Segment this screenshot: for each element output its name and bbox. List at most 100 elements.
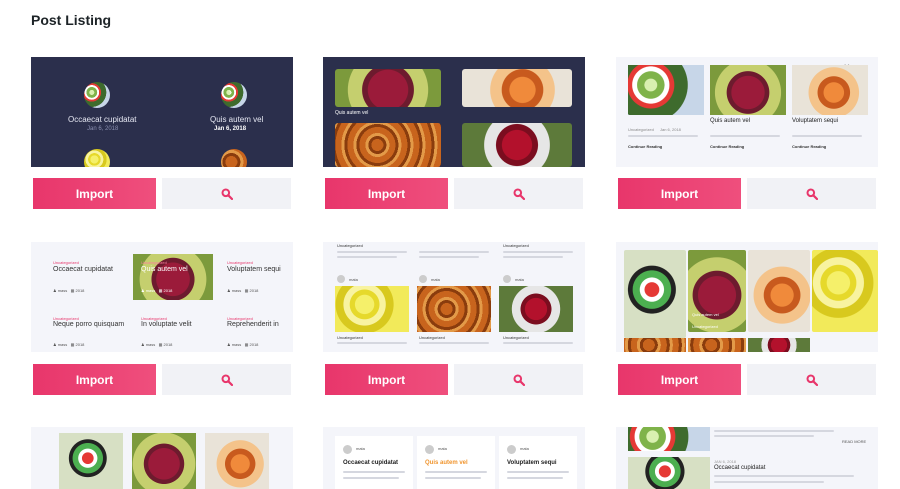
post-category: Uncategorized: [503, 335, 529, 340]
post-thumbnail: [710, 65, 786, 115]
post-category: Uncategorized: [337, 335, 363, 340]
excerpt-line: [507, 477, 563, 479]
template-card: [31, 427, 293, 489]
meta-author: mass: [57, 288, 68, 293]
author-name: mata: [438, 446, 447, 451]
template-card: ‹ › Quis autem vel Voluptatem sequi Unca…: [616, 57, 878, 210]
template-preview[interactable]: Quis autem vel Uncategorized: [616, 242, 878, 352]
search-icon: [221, 188, 233, 200]
post-thumbnail: [628, 427, 710, 451]
post-meta: ♟ mass ▦ 2018: [227, 342, 259, 347]
search-icon: [806, 188, 818, 200]
post-meta: Uncategorized: [628, 127, 654, 132]
post-thumbnail: [59, 433, 123, 489]
avatar: [337, 275, 345, 283]
preview-button[interactable]: [162, 364, 291, 395]
excerpt-line: [337, 256, 397, 258]
excerpt-line: [503, 342, 573, 344]
template-preview[interactable]: Uncategorized Uncategorized mata mata ma…: [323, 242, 585, 352]
template-preview[interactable]: ‹ › Quis autem vel Voluptatem sequi Unca…: [616, 57, 878, 167]
meta-date: 2018: [75, 288, 85, 293]
template-preview[interactable]: READ MORE JAN 6, 2018 Occaecat cupidatat: [616, 427, 878, 489]
post-thumbnail: [748, 250, 810, 332]
import-button[interactable]: Import: [33, 178, 156, 209]
excerpt-line: [714, 475, 854, 477]
template-preview[interactable]: [31, 427, 293, 489]
author-name: mata: [356, 446, 365, 451]
template-card: mata mata mata Occaecat cupidatat Quis a…: [323, 427, 585, 489]
next-arrow-icon[interactable]: ›: [229, 87, 232, 97]
post-thumbnail: [462, 69, 572, 107]
excerpt-line: [425, 471, 487, 473]
search-icon: [513, 374, 525, 386]
avatar: [507, 445, 516, 454]
post-thumbnail: [688, 250, 746, 332]
post-thumbnail: [499, 286, 573, 332]
post-meta: ♟ mass ▦ 2018: [53, 342, 85, 347]
read-more-link[interactable]: READ MORE: [842, 439, 866, 444]
preview-button[interactable]: [747, 364, 876, 395]
post-thumbnail: [335, 123, 441, 167]
post-title: Quis autem vel: [141, 266, 188, 273]
meta-date: 2018: [163, 342, 173, 347]
post-title: Occaecat cupidatat: [714, 465, 766, 471]
post-thumbnail: [335, 286, 409, 332]
post-title: Reprehenderit in: [227, 321, 279, 328]
continue-reading-link[interactable]: Continue Reading: [710, 144, 744, 149]
excerpt-line: [343, 477, 399, 479]
post-thumbnail: [221, 149, 247, 167]
post-meta: Jan 6, 2018: [660, 127, 681, 132]
post-title: Voluptatem sequi: [227, 266, 281, 273]
preview-button[interactable]: [747, 178, 876, 209]
search-icon: [221, 374, 233, 386]
import-button[interactable]: Import: [33, 364, 156, 395]
preview-button[interactable]: [454, 364, 583, 395]
excerpt-line: [710, 135, 780, 137]
post-category: Uncategorized: [141, 260, 167, 265]
continue-reading-link[interactable]: Continue Reading: [628, 144, 662, 149]
avatar: [503, 275, 511, 283]
preview-button[interactable]: [162, 178, 291, 209]
template-preview[interactable]: Quis autem vel: [323, 57, 585, 167]
post-title: In voluptate velit: [141, 321, 192, 328]
post-meta: ♟ mass ▦ 2018: [227, 288, 259, 293]
excerpt-line: [337, 342, 407, 344]
search-icon: [806, 374, 818, 386]
post-title: Neque porro quisquam: [53, 321, 125, 328]
avatar: [425, 445, 434, 454]
excerpt-line: [419, 256, 479, 258]
post-date: JAN 6, 2018: [714, 459, 737, 464]
post-category: Uncategorized: [53, 260, 79, 265]
post-thumbnail: [688, 338, 746, 352]
template-preview[interactable]: Uncategorized Occaecat cupidatat ♟ mass …: [31, 242, 293, 352]
avatar: [343, 445, 352, 454]
post-thumbnail: [792, 65, 868, 115]
post-category: Uncategorized: [227, 260, 253, 265]
meta-author: mass: [145, 288, 156, 293]
post-caption: Quis autem vel: [692, 312, 719, 317]
import-button[interactable]: Import: [325, 364, 448, 395]
meta-author: mass: [231, 288, 242, 293]
preview-button[interactable]: [454, 178, 583, 209]
post-thumbnail: [628, 457, 710, 489]
excerpt-line: [714, 481, 824, 483]
post-thumbnail: [417, 286, 491, 332]
post-title: Quis autem vel: [210, 115, 264, 124]
continue-reading-link[interactable]: Continue Reading: [792, 144, 826, 149]
import-button[interactable]: Import: [618, 178, 741, 209]
template-preview[interactable]: Occaecat cupidatat Jan 6, 2018 › Quis au…: [31, 57, 293, 167]
post-meta: ♟ mass ▦ 2018: [53, 288, 85, 293]
post-thumbnail: [84, 149, 110, 167]
post-title: Occaecat cupidatat: [68, 115, 137, 124]
template-preview[interactable]: mata mata mata Occaecat cupidatat Quis a…: [323, 427, 585, 489]
post-thumbnail: [624, 250, 686, 338]
excerpt-line: [419, 342, 489, 344]
template-card: Occaecat cupidatat Jan 6, 2018 › Quis au…: [31, 57, 293, 210]
page-title: Post Listing: [31, 12, 112, 28]
post-thumbnail: [205, 433, 269, 489]
import-button[interactable]: Import: [325, 178, 448, 209]
post-category: Uncategorized: [337, 243, 363, 248]
import-button[interactable]: Import: [618, 364, 741, 395]
meta-date: 2018: [249, 288, 259, 293]
post-thumbnail: [335, 69, 441, 107]
